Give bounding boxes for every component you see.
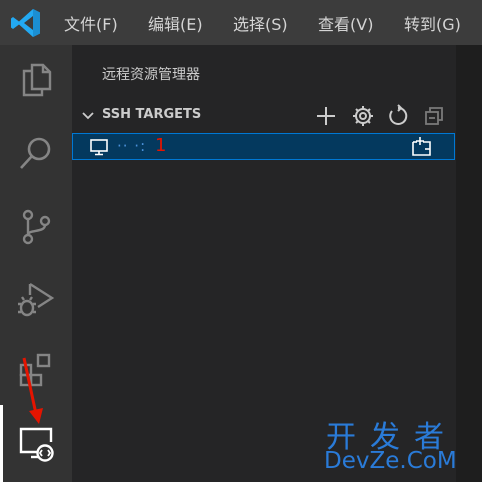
search-icon [20, 137, 51, 169]
watermark-line2: DevZe.CoM [324, 448, 457, 474]
connect-new-window-icon[interactable] [411, 136, 433, 158]
title-bar: 文件(F) 编辑(E) 选择(S) 查看(V) 转到(G) [0, 0, 482, 45]
vscode-logo-icon [11, 9, 40, 37]
menu-go[interactable]: 转到(G) [404, 11, 461, 35]
active-indicator [0, 405, 3, 482]
menu-file[interactable]: 文件(F) [64, 11, 118, 35]
activity-source-control[interactable] [0, 199, 72, 255]
red-arrow-annotation [22, 357, 43, 424]
remote-explorer-icon [19, 427, 54, 462]
sidebar-title: 远程资源管理器 [102, 67, 200, 83]
section-title: SSH TARGETS [102, 107, 202, 122]
refresh-icon[interactable] [386, 104, 410, 128]
activity-run-debug[interactable] [0, 271, 72, 327]
ssh-target-row[interactable]: ·· ·: 1 [72, 133, 455, 160]
run-debug-icon [18, 282, 55, 317]
menu-view[interactable]: 查看(V) [318, 11, 373, 35]
activity-explorer[interactable] [0, 51, 72, 107]
watermark: 开发者 DevZe.CoM [322, 412, 478, 478]
ssh-target-host: ·· ·: [117, 137, 147, 155]
annotation-number: 1 [155, 135, 167, 156]
menu-edit[interactable]: 编辑(E) [148, 11, 203, 35]
files-icon [22, 63, 52, 97]
ssh-targets-section-header[interactable]: SSH TARGETS [72, 103, 456, 129]
chevron-down-icon[interactable] [80, 108, 96, 124]
collapse-all-icon[interactable] [422, 104, 446, 128]
add-icon[interactable] [314, 104, 338, 128]
menu-selection[interactable]: 选择(S) [233, 11, 288, 35]
monitor-icon [90, 139, 108, 156]
activity-search[interactable] [0, 125, 72, 181]
source-control-icon [22, 209, 51, 245]
gear-icon[interactable] [351, 104, 375, 128]
